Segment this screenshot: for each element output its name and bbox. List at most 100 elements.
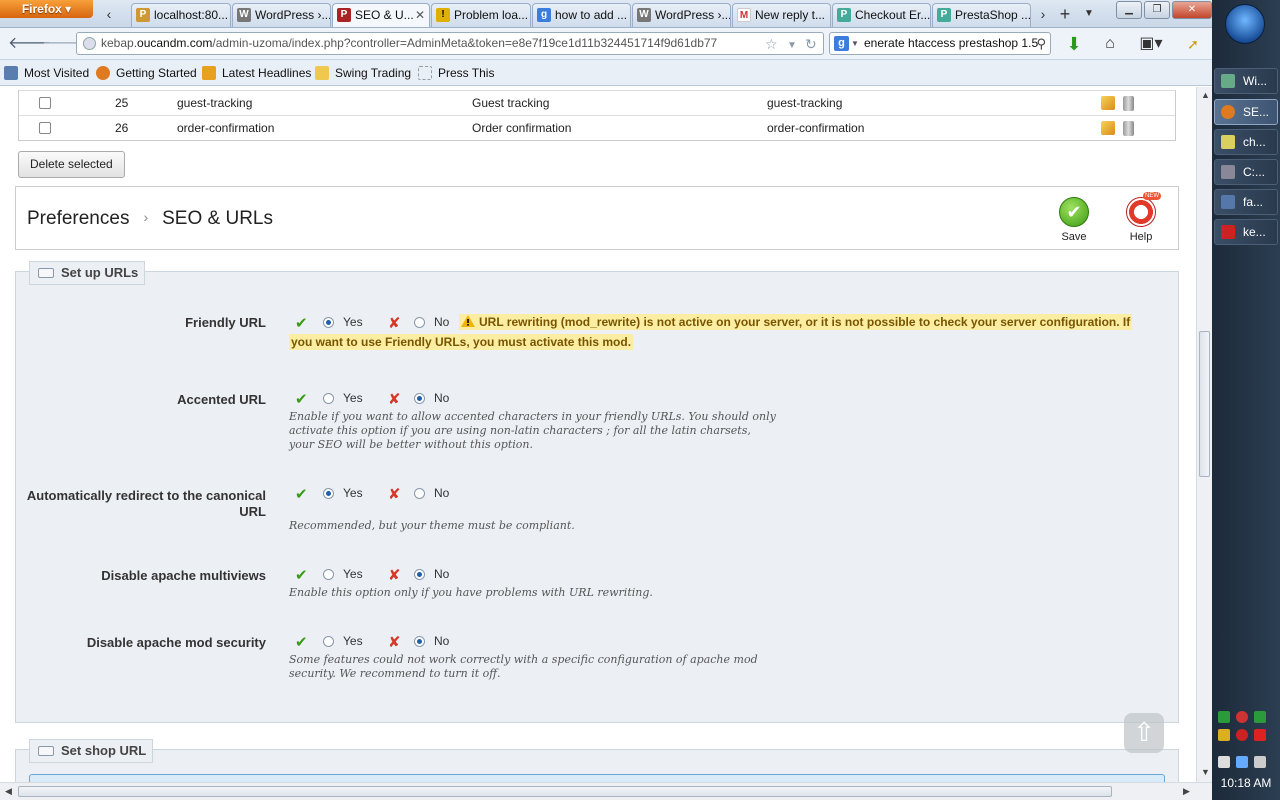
tab-new-reply[interactable]: M New reply t... — [732, 3, 831, 27]
bookmark-star-icon[interactable]: ☆ — [765, 34, 778, 54]
google-search-engine-icon[interactable]: g — [834, 36, 849, 51]
volume-icon[interactable] — [1254, 756, 1266, 768]
edit-icon[interactable] — [1101, 96, 1115, 110]
no-cross-icon: ✘ — [388, 634, 401, 651]
tray-security-icon[interactable] — [1236, 711, 1248, 723]
list-all-tabs-icon[interactable]: ▼ — [1080, 4, 1098, 24]
navigation-toolbar: 🡐 🡒 kebap.oucandm.com/admin-uzoma/index.… — [0, 28, 1212, 60]
firefox-icon — [1221, 105, 1235, 119]
edit-icon[interactable] — [1101, 121, 1115, 135]
tab-problem-loading[interactable]: ! Problem loa... — [431, 3, 531, 27]
bookmark-swing-trading[interactable]: Swing Trading — [315, 64, 411, 82]
bookmark-getting-started[interactable]: Getting Started — [96, 64, 197, 82]
canonical-redirect-no-radio[interactable] — [414, 488, 425, 499]
tab-checkout-error[interactable]: P Checkout Er... — [832, 3, 931, 27]
keyboard-icon — [38, 746, 54, 756]
minimize-button[interactable]: ▁ — [1116, 1, 1142, 19]
system-clock[interactable]: 10:18 AM — [1212, 776, 1280, 790]
mod-security-no-radio[interactable] — [414, 636, 425, 647]
scroll-left-arrow-icon[interactable]: ◀ — [5, 786, 12, 797]
breadcrumb-parent: Preferences — [27, 208, 130, 229]
multiviews-yes-radio[interactable] — [323, 569, 334, 580]
taskbar-item[interactable]: ch... — [1214, 129, 1278, 155]
tab-wordpress-1[interactable]: W WordPress ›... — [232, 3, 331, 27]
tab-prestashop[interactable]: P PrestaShop ... — [932, 3, 1031, 27]
search-bar[interactable]: g ▼ enerate htaccess prestashop 1.5 ⚲ — [829, 32, 1051, 55]
mod-security-yes-radio[interactable] — [323, 636, 334, 647]
close-tab-icon[interactable]: ✕ — [415, 4, 425, 26]
bookmark-press-this[interactable]: Press This — [418, 64, 494, 82]
tray-app-icon[interactable] — [1254, 711, 1266, 723]
folder-icon — [315, 66, 329, 80]
tab-scroll-right-icon[interactable]: › — [1034, 4, 1052, 24]
taskbar-item[interactable]: ke... — [1214, 219, 1278, 245]
horizontal-scrollbar[interactable]: ◀ ▶ — [0, 782, 1212, 800]
accented-url-yes-radio[interactable] — [323, 393, 334, 404]
tab-bar: Firefox ▾ ‹ Plocalhost:80... W WordPress … — [0, 0, 1212, 28]
tray-media-icon[interactable] — [1236, 729, 1248, 741]
help-button[interactable]: Help — [1117, 192, 1165, 243]
tab-localhost[interactable]: Plocalhost:80... — [131, 3, 231, 27]
scroll-right-arrow-icon[interactable]: ▶ — [1183, 786, 1190, 797]
home-icon[interactable]: ⌂ — [1099, 34, 1121, 54]
delete-selected-button[interactable]: Delete selected — [18, 151, 125, 178]
tray-device-icon[interactable] — [1218, 756, 1230, 768]
start-button[interactable] — [1225, 4, 1265, 44]
pointer-addon-icon[interactable]: ➚ — [1182, 34, 1204, 54]
canonical-redirect-yes-radio[interactable] — [323, 488, 334, 499]
taskbar-item[interactable]: Wi... — [1214, 68, 1278, 94]
new-tab-icon[interactable]: + — [1056, 4, 1074, 24]
vertical-scrollbar[interactable]: ▲ ▼ — [1196, 87, 1212, 782]
shop-url-fieldset: Set shop URL — [15, 739, 1179, 782]
bookmarklet-icon — [418, 66, 432, 80]
network-icon[interactable] — [1236, 756, 1248, 768]
horizontal-scroll-thumb[interactable] — [18, 786, 1112, 797]
page-viewport: 25 guest-tracking Guest tracking guest-t… — [0, 87, 1196, 782]
back-icon[interactable]: 🡐 — [8, 34, 51, 54]
tab-scroll-left-icon[interactable]: ‹ — [100, 4, 118, 24]
tab-wordpress-2[interactable]: W WordPress ›... — [632, 3, 731, 27]
save-check-icon: ✔ — [1059, 197, 1089, 227]
close-window-button[interactable]: ✕ — [1172, 1, 1212, 19]
scroll-up-arrow-icon[interactable]: ▲ — [1201, 90, 1210, 100]
tray-app-icon[interactable] — [1218, 711, 1230, 723]
tray-app-icon[interactable] — [1254, 729, 1266, 741]
row-checkbox[interactable] — [39, 122, 51, 134]
scroll-down-arrow-icon[interactable]: ▼ — [1201, 767, 1210, 777]
delete-icon[interactable] — [1123, 121, 1134, 136]
taskbar-item[interactable]: SE... — [1214, 99, 1278, 125]
bookmarks-menu-icon[interactable]: ▣▾ — [1136, 34, 1166, 54]
document-icon — [1221, 195, 1235, 209]
taskbar-item[interactable]: fa... — [1214, 189, 1278, 215]
mod-security-label: Disable apache mod security — [86, 635, 266, 650]
forward-icon[interactable]: 🡒 — [42, 34, 85, 54]
url-dropdown-icon[interactable]: ▼ — [787, 35, 797, 54]
document-icon — [1221, 135, 1235, 149]
no-cross-icon: ✘ — [388, 486, 401, 503]
tab-how-to-add[interactable]: g how to add ... — [532, 3, 631, 27]
site-identity-icon[interactable] — [83, 37, 96, 50]
search-icon[interactable]: ⚲ — [1036, 33, 1046, 54]
firefox-icon — [96, 66, 110, 80]
page-toolbar: Preferences › SEO & URLs ✔ Save Help — [15, 186, 1179, 250]
accented-url-no-radio[interactable] — [414, 393, 425, 404]
reload-icon[interactable]: ↻ — [805, 34, 817, 54]
canonical-redirect-hint: Recommended, but your theme must be comp… — [289, 519, 575, 532]
url-bar[interactable]: kebap.oucandm.com/admin-uzoma/index.php?… — [76, 32, 824, 55]
scroll-to-top-button[interactable]: ⇧ — [1124, 713, 1164, 753]
search-engine-dropdown-icon[interactable]: ▼ — [851, 33, 859, 54]
downloads-icon[interactable]: ⬇ — [1063, 34, 1085, 54]
tray-shield-icon[interactable] — [1218, 729, 1230, 741]
tab-seo-urls[interactable]: P SEO & U... ✕ — [332, 3, 430, 27]
bookmark-latest-headlines[interactable]: Latest Headlines — [202, 64, 311, 82]
row-checkbox[interactable] — [39, 97, 51, 109]
save-button[interactable]: ✔ Save — [1050, 197, 1098, 243]
bookmark-most-visited[interactable]: Most Visited — [4, 64, 89, 82]
delete-icon[interactable] — [1123, 96, 1134, 111]
taskbar-item[interactable]: C:... — [1214, 159, 1278, 185]
vertical-scroll-thumb[interactable] — [1199, 331, 1210, 477]
firefox-menu-button[interactable]: Firefox ▾ — [0, 0, 93, 18]
multiviews-no-radio[interactable] — [414, 569, 425, 580]
yes-check-icon: ✔ — [295, 567, 308, 584]
restore-button[interactable]: ❐ — [1144, 1, 1170, 19]
